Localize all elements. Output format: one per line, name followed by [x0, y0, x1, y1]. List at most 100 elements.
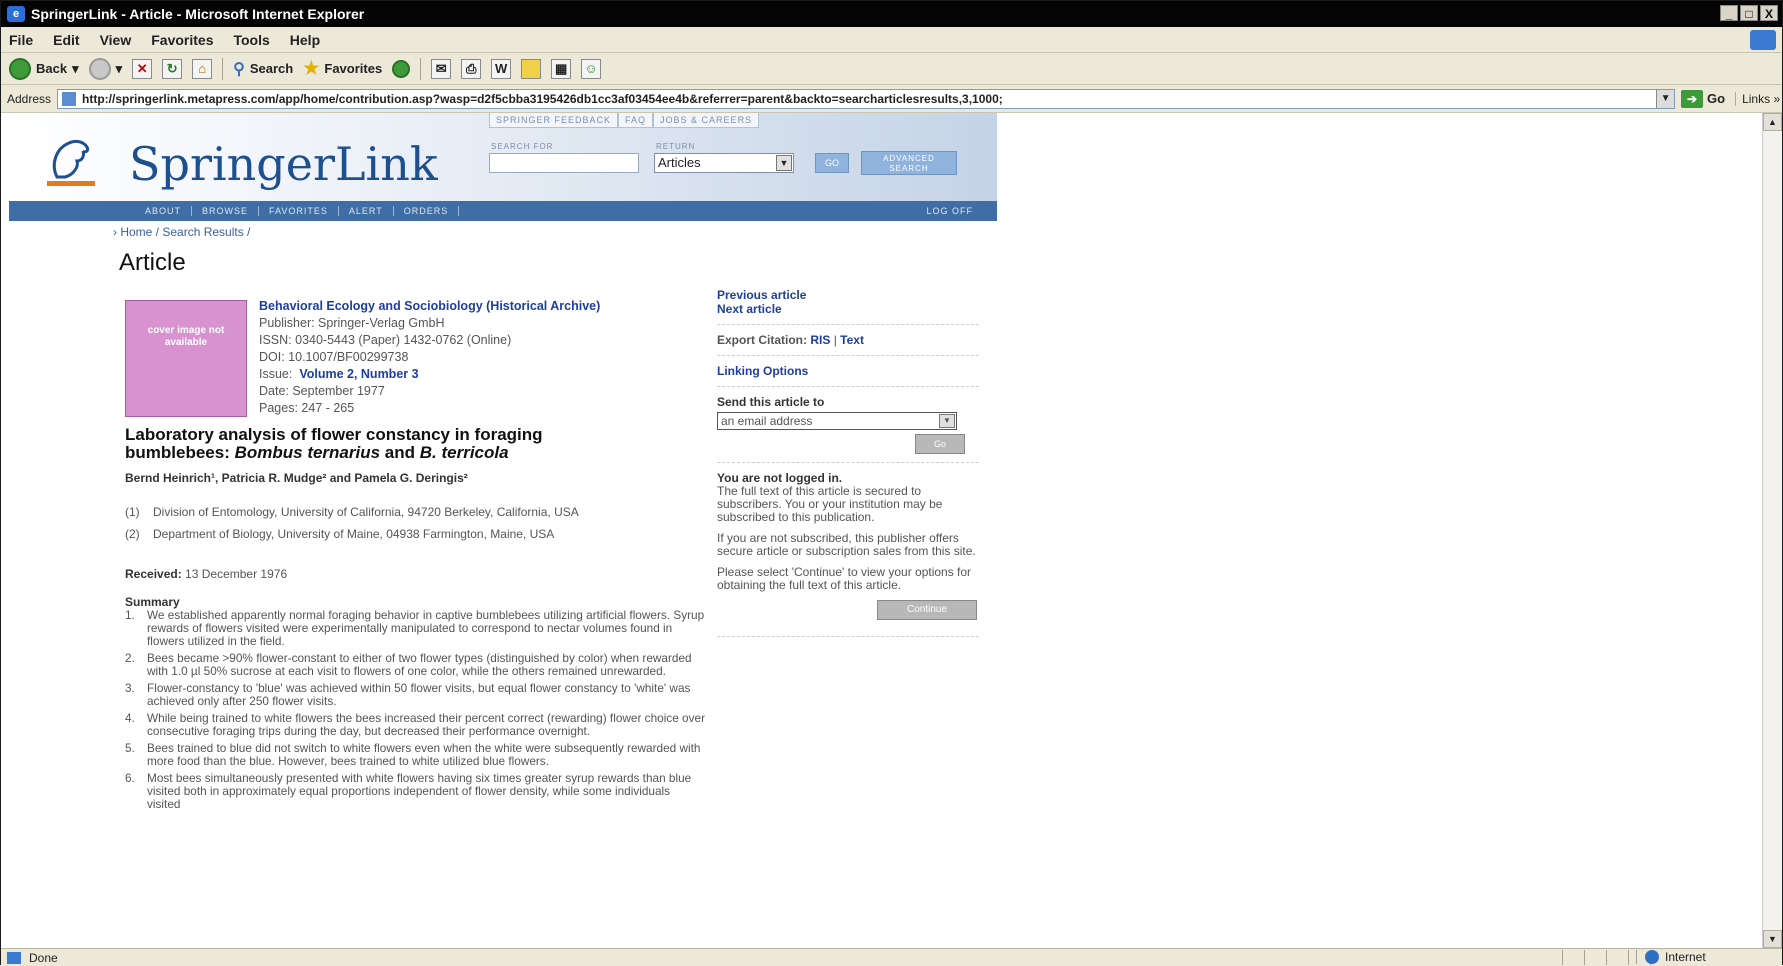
- forward-button[interactable]: ▾: [88, 57, 122, 80]
- menu-edit[interactable]: Edit: [53, 32, 79, 48]
- continue-button[interactable]: Continue: [877, 600, 977, 620]
- summary-text: Most bees simultaneously presented with …: [147, 771, 692, 811]
- send-go-button[interactable]: Go: [915, 434, 965, 454]
- summary-text: Bees became >90% flower-constant to eith…: [147, 651, 692, 678]
- summary-number: 6.: [125, 771, 135, 785]
- security-zone: Internet: [1636, 950, 1776, 964]
- research-icon[interactable]: ▦: [551, 58, 572, 79]
- favorites-label: Favorites: [324, 61, 383, 76]
- maximize-button[interactable]: □: [1740, 5, 1758, 21]
- favorites-button[interactable]: ★ Favorites: [303, 58, 382, 79]
- back-label: Back: [36, 61, 68, 76]
- toolbar-separator: [420, 57, 422, 80]
- article-title-line1: Laboratory analysis of flower constancy …: [125, 425, 543, 444]
- search-label: Search: [249, 61, 294, 76]
- messenger-icon[interactable]: ☺: [581, 58, 602, 79]
- received-value: 13 December 1976: [185, 567, 288, 581]
- summary-item: 5. Bees trained to blue did not switch to…: [125, 742, 705, 768]
- history-icon[interactable]: [392, 59, 411, 78]
- summary-item: 4. While being trained to white flowers t…: [125, 712, 705, 738]
- menu-file[interactable]: File: [9, 32, 33, 48]
- menu-favorites[interactable]: Favorites: [151, 32, 213, 48]
- article-title-species: Bombus ternarius: [234, 443, 381, 462]
- search-input[interactable]: [489, 153, 639, 173]
- authors: Bernd Heinrich¹, Patricia R. Mudge² and …: [125, 471, 468, 485]
- menu-help[interactable]: Help: [290, 32, 320, 48]
- summary-number: 5.: [125, 741, 135, 755]
- nav-about[interactable]: ABOUT: [135, 206, 193, 216]
- doi: DOI: 10.1007/BF00299738: [259, 350, 409, 364]
- ris-link[interactable]: RIS: [810, 333, 830, 347]
- return-select[interactable]: Articles ▼: [654, 153, 794, 173]
- next-article-link[interactable]: Next article: [717, 302, 782, 316]
- article-title-part: bumblebees:: [125, 443, 235, 462]
- menu-bar: File Edit View Favorites Tools Help: [1, 27, 1782, 53]
- folder-icon[interactable]: [521, 58, 542, 79]
- address-input[interactable]: http://springerlink.metapress.com/app/ho…: [57, 88, 1676, 109]
- page-content: SpringerLink SPRINGER FEEDBACK FAQ JOBS …: [9, 113, 1764, 948]
- summary-item: 2. Bees became >90% flower-constant to ei…: [125, 652, 705, 678]
- affiliation-text: Department of Biology, University of Mai…: [153, 527, 555, 541]
- advanced-search-button[interactable]: ADVANCED SEARCH: [861, 151, 957, 175]
- summary-list: 1. We established apparently normal forag…: [125, 609, 705, 815]
- menu-view[interactable]: View: [100, 32, 132, 48]
- star-icon: ★: [303, 58, 320, 78]
- stop-icon[interactable]: ✕: [132, 58, 153, 79]
- nav-browse[interactable]: BROWSE: [192, 206, 260, 216]
- toolbar: Back ▾ ▾ ✕ ↻ ⌂ ⚲ Search ★ Favorites ✉ ⎙ W …: [1, 53, 1782, 85]
- scroll-down-icon[interactable]: ▼: [1763, 930, 1782, 948]
- summary-number: 2.: [125, 651, 135, 665]
- print-icon[interactable]: ⎙: [461, 58, 482, 79]
- home-icon[interactable]: ⌂: [192, 58, 213, 79]
- back-button[interactable]: Back ▾: [9, 57, 79, 80]
- edit-icon[interactable]: W: [491, 58, 512, 79]
- affiliation-item: (1) Division of Entomology, University of…: [125, 505, 695, 519]
- nav-favorites[interactable]: FAVORITES: [259, 206, 339, 216]
- springer-horse-icon: [47, 139, 95, 186]
- jobs-link[interactable]: JOBS & CAREERS: [653, 113, 760, 128]
- nav-alert[interactable]: ALERT: [339, 206, 394, 216]
- minimize-button[interactable]: _: [1720, 5, 1738, 21]
- issue-label: Issue:: [259, 367, 293, 381]
- text-link[interactable]: Text: [840, 333, 864, 347]
- globe-icon: [1645, 950, 1659, 964]
- faq-link[interactable]: FAQ: [618, 113, 654, 128]
- search-go-button[interactable]: GO: [815, 153, 849, 173]
- summary-number: 3.: [125, 681, 135, 695]
- return-value: Articles: [658, 155, 701, 170]
- previous-article-link[interactable]: Previous article: [717, 288, 806, 302]
- summary-text: Bees trained to blue did not switch to w…: [147, 741, 701, 768]
- right-column: Previous article Next article Export Cit…: [717, 288, 979, 645]
- journal-title-link[interactable]: Behavioral Ecology and Sociobiology (His…: [259, 298, 600, 315]
- address-bar: Address http://springerlink.metapress.co…: [1, 85, 1782, 113]
- issn: ISSN: 0340-5443 (Paper) 1432-0762 (Onlin…: [259, 333, 512, 347]
- links-button[interactable]: Links »: [1735, 91, 1780, 106]
- menu-tools[interactable]: Tools: [233, 32, 269, 48]
- springer-header: SpringerLink SPRINGER FEEDBACK FAQ JOBS …: [9, 113, 997, 221]
- date: Date: September 1977: [259, 384, 385, 398]
- issue-link[interactable]: Volume 2, Number 3: [299, 367, 418, 381]
- issue: Issue: Volume 2, Number 3: [259, 366, 600, 383]
- refresh-icon[interactable]: ↻: [162, 58, 183, 79]
- send-select[interactable]: an email address ▼: [717, 412, 957, 430]
- search-button[interactable]: ⚲ Search: [233, 59, 293, 79]
- linking-options-link[interactable]: Linking Options: [717, 364, 808, 378]
- divider: [717, 636, 979, 637]
- feedback-link[interactable]: SPRINGER FEEDBACK: [489, 113, 619, 128]
- go-button[interactable]: ➔ Go: [1681, 89, 1725, 108]
- summary-item: 1. We established apparently normal forag…: [125, 609, 705, 648]
- nav-orders[interactable]: ORDERS: [394, 206, 460, 216]
- mail-icon[interactable]: ✉: [431, 58, 452, 79]
- export-label: Export Citation:: [717, 333, 807, 347]
- address-label: Address: [7, 91, 52, 106]
- springerlink-logo[interactable]: SpringerLink: [129, 137, 438, 191]
- divider: [717, 386, 979, 387]
- divider: [717, 324, 979, 325]
- logoff-link[interactable]: LOG OFF: [916, 206, 983, 216]
- vertical-scrollbar[interactable]: ▲ ▼: [1762, 113, 1782, 948]
- summary-number: 4.: [125, 711, 135, 725]
- close-button[interactable]: X: [1760, 5, 1778, 21]
- address-dropdown[interactable]: ▼: [1656, 89, 1675, 108]
- scroll-up-icon[interactable]: ▲: [1763, 113, 1782, 131]
- breadcrumb[interactable]: › Home / Search Results /: [113, 225, 250, 239]
